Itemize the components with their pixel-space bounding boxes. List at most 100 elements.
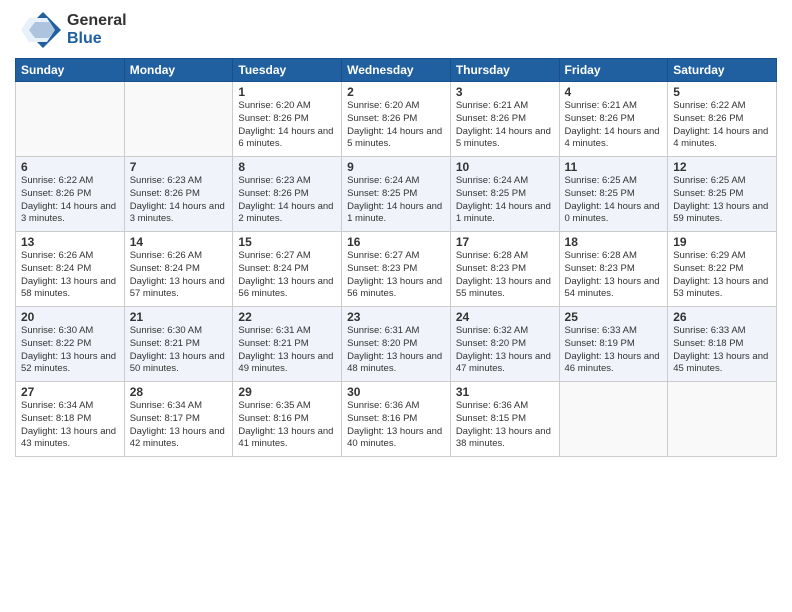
day-info: Sunrise: 6:35 AM Sunset: 8:16 PM Dayligh… xyxy=(238,400,336,451)
day-number: 19 xyxy=(673,235,771,249)
day-of-week-header: Monday xyxy=(124,59,233,82)
calendar-cell: 3Sunrise: 6:21 AM Sunset: 8:26 PM Daylig… xyxy=(450,82,559,157)
day-info: Sunrise: 6:30 AM Sunset: 8:22 PM Dayligh… xyxy=(21,325,119,376)
day-number: 28 xyxy=(130,385,228,399)
day-number: 16 xyxy=(347,235,445,249)
day-info: Sunrise: 6:26 AM Sunset: 8:24 PM Dayligh… xyxy=(130,250,228,301)
calendar-cell: 29Sunrise: 6:35 AM Sunset: 8:16 PM Dayli… xyxy=(233,382,342,457)
day-number: 20 xyxy=(21,310,119,324)
day-info: Sunrise: 6:25 AM Sunset: 8:25 PM Dayligh… xyxy=(565,175,663,226)
day-number: 7 xyxy=(130,160,228,174)
calendar-cell: 8Sunrise: 6:23 AM Sunset: 8:26 PM Daylig… xyxy=(233,157,342,232)
calendar-cell: 11Sunrise: 6:25 AM Sunset: 8:25 PM Dayli… xyxy=(559,157,668,232)
calendar-cell: 7Sunrise: 6:23 AM Sunset: 8:26 PM Daylig… xyxy=(124,157,233,232)
day-number: 21 xyxy=(130,310,228,324)
day-number: 25 xyxy=(565,310,663,324)
calendar-week-row: 13Sunrise: 6:26 AM Sunset: 8:24 PM Dayli… xyxy=(16,232,777,307)
calendar-cell: 9Sunrise: 6:24 AM Sunset: 8:25 PM Daylig… xyxy=(342,157,451,232)
day-info: Sunrise: 6:29 AM Sunset: 8:22 PM Dayligh… xyxy=(673,250,771,301)
day-info: Sunrise: 6:21 AM Sunset: 8:26 PM Dayligh… xyxy=(565,100,663,151)
day-number: 22 xyxy=(238,310,336,324)
calendar-cell: 12Sunrise: 6:25 AM Sunset: 8:25 PM Dayli… xyxy=(668,157,777,232)
day-number: 1 xyxy=(238,85,336,99)
calendar-cell: 28Sunrise: 6:34 AM Sunset: 8:17 PM Dayli… xyxy=(124,382,233,457)
calendar-cell: 25Sunrise: 6:33 AM Sunset: 8:19 PM Dayli… xyxy=(559,307,668,382)
day-number: 18 xyxy=(565,235,663,249)
day-info: Sunrise: 6:22 AM Sunset: 8:26 PM Dayligh… xyxy=(21,175,119,226)
calendar-table: SundayMondayTuesdayWednesdayThursdayFrid… xyxy=(15,58,777,457)
calendar-week-row: 20Sunrise: 6:30 AM Sunset: 8:22 PM Dayli… xyxy=(16,307,777,382)
day-number: 12 xyxy=(673,160,771,174)
day-info: Sunrise: 6:21 AM Sunset: 8:26 PM Dayligh… xyxy=(456,100,554,151)
day-info: Sunrise: 6:24 AM Sunset: 8:25 PM Dayligh… xyxy=(456,175,554,226)
day-info: Sunrise: 6:31 AM Sunset: 8:21 PM Dayligh… xyxy=(238,325,336,376)
calendar-cell xyxy=(559,382,668,457)
calendar-cell: 19Sunrise: 6:29 AM Sunset: 8:22 PM Dayli… xyxy=(668,232,777,307)
calendar-cell: 30Sunrise: 6:36 AM Sunset: 8:16 PM Dayli… xyxy=(342,382,451,457)
day-info: Sunrise: 6:20 AM Sunset: 8:26 PM Dayligh… xyxy=(238,100,336,151)
day-info: Sunrise: 6:26 AM Sunset: 8:24 PM Dayligh… xyxy=(21,250,119,301)
day-number: 14 xyxy=(130,235,228,249)
day-info: Sunrise: 6:36 AM Sunset: 8:16 PM Dayligh… xyxy=(347,400,445,451)
calendar-cell: 22Sunrise: 6:31 AM Sunset: 8:21 PM Dayli… xyxy=(233,307,342,382)
day-info: Sunrise: 6:27 AM Sunset: 8:24 PM Dayligh… xyxy=(238,250,336,301)
day-number: 23 xyxy=(347,310,445,324)
day-number: 26 xyxy=(673,310,771,324)
calendar-cell: 15Sunrise: 6:27 AM Sunset: 8:24 PM Dayli… xyxy=(233,232,342,307)
logo-blue: Blue xyxy=(67,30,102,47)
calendar-cell: 21Sunrise: 6:30 AM Sunset: 8:21 PM Dayli… xyxy=(124,307,233,382)
calendar-cell: 4Sunrise: 6:21 AM Sunset: 8:26 PM Daylig… xyxy=(559,82,668,157)
day-info: Sunrise: 6:33 AM Sunset: 8:19 PM Dayligh… xyxy=(565,325,663,376)
day-number: 15 xyxy=(238,235,336,249)
calendar-cell: 26Sunrise: 6:33 AM Sunset: 8:18 PM Dayli… xyxy=(668,307,777,382)
day-info: Sunrise: 6:34 AM Sunset: 8:17 PM Dayligh… xyxy=(130,400,228,451)
day-info: Sunrise: 6:23 AM Sunset: 8:26 PM Dayligh… xyxy=(238,175,336,226)
day-number: 6 xyxy=(21,160,119,174)
day-number: 8 xyxy=(238,160,336,174)
day-info: Sunrise: 6:23 AM Sunset: 8:26 PM Dayligh… xyxy=(130,175,228,226)
day-number: 9 xyxy=(347,160,445,174)
day-info: Sunrise: 6:24 AM Sunset: 8:25 PM Dayligh… xyxy=(347,175,445,226)
page: General Blue SundayMondayTuesdayWednesda… xyxy=(0,0,792,612)
calendar-cell: 27Sunrise: 6:34 AM Sunset: 8:18 PM Dayli… xyxy=(16,382,125,457)
day-info: Sunrise: 6:28 AM Sunset: 8:23 PM Dayligh… xyxy=(565,250,663,301)
day-info: Sunrise: 6:33 AM Sunset: 8:18 PM Dayligh… xyxy=(673,325,771,376)
logo-general: General xyxy=(67,12,127,29)
day-number: 29 xyxy=(238,385,336,399)
day-number: 13 xyxy=(21,235,119,249)
calendar-cell: 1Sunrise: 6:20 AM Sunset: 8:26 PM Daylig… xyxy=(233,82,342,157)
calendar-cell: 16Sunrise: 6:27 AM Sunset: 8:23 PM Dayli… xyxy=(342,232,451,307)
day-info: Sunrise: 6:28 AM Sunset: 8:23 PM Dayligh… xyxy=(456,250,554,301)
day-number: 27 xyxy=(21,385,119,399)
header: General Blue xyxy=(15,10,777,50)
calendar-cell: 13Sunrise: 6:26 AM Sunset: 8:24 PM Dayli… xyxy=(16,232,125,307)
calendar-cell: 23Sunrise: 6:31 AM Sunset: 8:20 PM Dayli… xyxy=(342,307,451,382)
day-info: Sunrise: 6:34 AM Sunset: 8:18 PM Dayligh… xyxy=(21,400,119,451)
logo: General Blue xyxy=(15,10,127,50)
day-number: 3 xyxy=(456,85,554,99)
day-of-week-header: Sunday xyxy=(16,59,125,82)
day-of-week-header: Friday xyxy=(559,59,668,82)
calendar-cell: 14Sunrise: 6:26 AM Sunset: 8:24 PM Dayli… xyxy=(124,232,233,307)
calendar-cell: 10Sunrise: 6:24 AM Sunset: 8:25 PM Dayli… xyxy=(450,157,559,232)
day-of-week-header: Wednesday xyxy=(342,59,451,82)
day-info: Sunrise: 6:32 AM Sunset: 8:20 PM Dayligh… xyxy=(456,325,554,376)
day-info: Sunrise: 6:30 AM Sunset: 8:21 PM Dayligh… xyxy=(130,325,228,376)
day-number: 30 xyxy=(347,385,445,399)
calendar-cell: 5Sunrise: 6:22 AM Sunset: 8:26 PM Daylig… xyxy=(668,82,777,157)
day-info: Sunrise: 6:36 AM Sunset: 8:15 PM Dayligh… xyxy=(456,400,554,451)
day-number: 5 xyxy=(673,85,771,99)
day-info: Sunrise: 6:22 AM Sunset: 8:26 PM Dayligh… xyxy=(673,100,771,151)
calendar-cell: 6Sunrise: 6:22 AM Sunset: 8:26 PM Daylig… xyxy=(16,157,125,232)
day-number: 24 xyxy=(456,310,554,324)
calendar-cell xyxy=(668,382,777,457)
calendar-cell: 20Sunrise: 6:30 AM Sunset: 8:22 PM Dayli… xyxy=(16,307,125,382)
calendar-cell: 17Sunrise: 6:28 AM Sunset: 8:23 PM Dayli… xyxy=(450,232,559,307)
day-number: 17 xyxy=(456,235,554,249)
day-info: Sunrise: 6:27 AM Sunset: 8:23 PM Dayligh… xyxy=(347,250,445,301)
calendar-cell: 24Sunrise: 6:32 AM Sunset: 8:20 PM Dayli… xyxy=(450,307,559,382)
calendar-cell: 18Sunrise: 6:28 AM Sunset: 8:23 PM Dayli… xyxy=(559,232,668,307)
day-number: 11 xyxy=(565,160,663,174)
calendar-week-row: 27Sunrise: 6:34 AM Sunset: 8:18 PM Dayli… xyxy=(16,382,777,457)
day-info: Sunrise: 6:25 AM Sunset: 8:25 PM Dayligh… xyxy=(673,175,771,226)
